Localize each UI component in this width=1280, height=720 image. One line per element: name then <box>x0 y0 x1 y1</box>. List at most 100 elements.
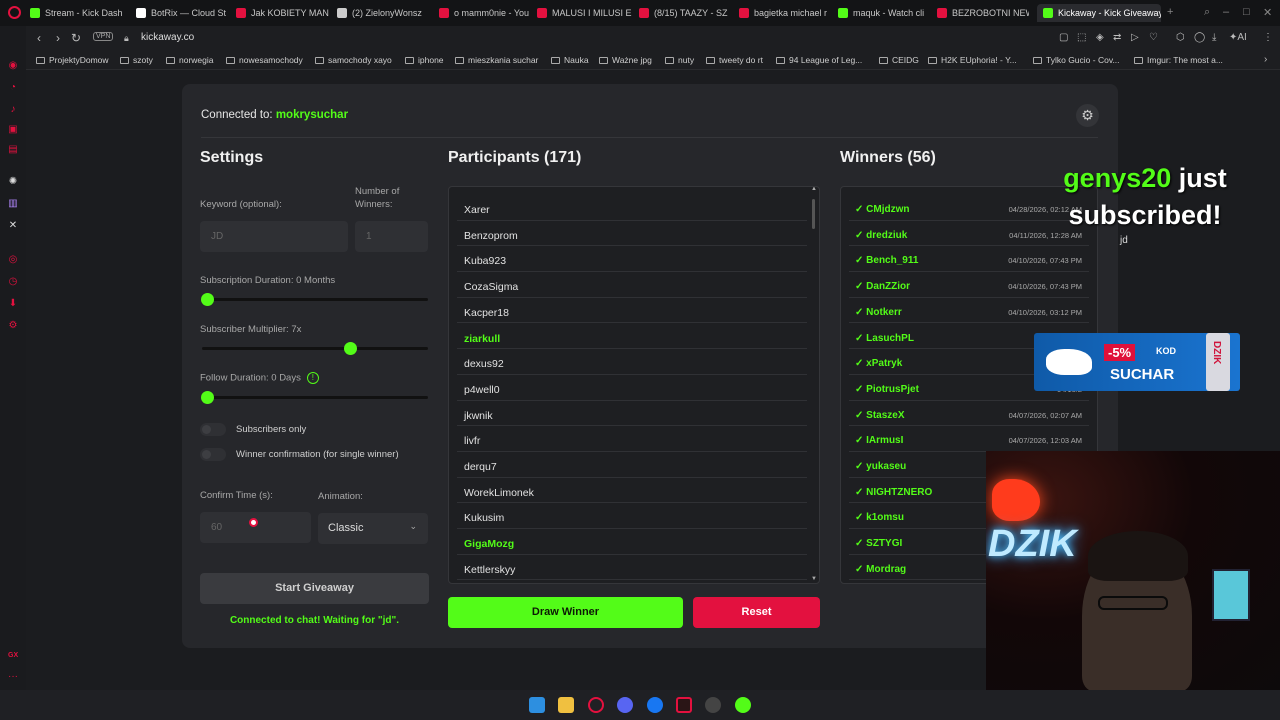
sidebar-tiktok-icon[interactable]: ♪ <box>7 104 19 116</box>
search-tabs-icon[interactable]: ⌕ <box>1204 6 1210 19</box>
bookmark-item[interactable]: ProjektyDomow <box>36 55 109 65</box>
browser-tab[interactable]: (8/15) TAAZY - SZ <box>639 4 733 22</box>
bookmark-item[interactable]: Tylko Gucio - Cov... <box>1033 55 1120 65</box>
browser-tab[interactable]: BotRix — Cloud St <box>136 4 230 22</box>
follow-duration-slider[interactable] <box>202 396 428 399</box>
opera-gx-taskbar-icon[interactable] <box>588 697 604 713</box>
bookmark-item[interactable]: mieszkania suchar <box>455 55 538 65</box>
subscribers-only-toggle[interactable] <box>200 423 226 436</box>
folder-icon <box>928 56 937 64</box>
winners-count-input[interactable]: 1 <box>355 221 428 252</box>
keyword-input[interactable]: JD <box>200 221 348 252</box>
participants-list[interactable]: Xarer Benzoprom Kuba923 CozaSigma Kacper18 zi… <box>448 186 820 584</box>
sub-duration-slider[interactable] <box>202 298 428 301</box>
browser-tab[interactable]: (2) ZielonyWonsz <box>337 4 433 22</box>
aria-icon[interactable]: ✦AI <box>1229 32 1247 43</box>
riot-client-icon[interactable] <box>676 697 692 713</box>
shield-icon[interactable]: ◈ <box>1096 32 1104 43</box>
browser-tab[interactable]: Stream - Kick Dash <box>30 4 126 22</box>
participants-scrollbar[interactable]: ▲ ▼ <box>811 187 817 583</box>
sidebar-media-icon[interactable]: ▤ <box>7 144 19 156</box>
settings-title: Settings <box>200 149 264 166</box>
browser-tab[interactable]: Jak KOBIETY MAN <box>236 4 330 22</box>
snapshot-icon[interactable]: ⬚ <box>1077 32 1086 43</box>
participant-row: Benzoprom <box>457 221 807 247</box>
download-icon[interactable]: ⤓ <box>1212 32 1216 43</box>
sidebar-messenger-icon[interactable]: ▣ <box>7 124 19 136</box>
info-icon[interactable]: ! <box>306 372 319 384</box>
extensions-icon[interactable]: ⬡ <box>1176 32 1185 43</box>
file-explorer-icon[interactable] <box>558 697 574 713</box>
minimize-icon[interactable]: – <box>1223 6 1229 18</box>
maximize-icon[interactable]: □ <box>1243 6 1250 18</box>
browser-tab[interactable]: o mamm0nie - You <box>439 4 531 22</box>
sidebar-twitch-icon[interactable]: ▥ <box>7 198 19 210</box>
browser-tab[interactable]: maquk - Watch cli <box>838 4 930 22</box>
forward-icon[interactable]: › <box>56 31 60 45</box>
sidebar-download-icon[interactable]: ⬇ <box>7 298 19 310</box>
start-giveaway-button[interactable]: Start Giveaway <box>200 573 429 604</box>
translate-icon[interactable]: ⇄ <box>1113 32 1121 43</box>
winner-name: ✓ xPatryk <box>855 358 903 370</box>
facebook-icon[interactable] <box>647 697 663 713</box>
browser-tab[interactable]: Kickaway - Kick Giveaway <box>1037 4 1161 22</box>
account-icon[interactable]: ◯ <box>1194 32 1205 43</box>
animation-select[interactable]: Classic ⌄ <box>318 513 428 544</box>
discord-icon[interactable] <box>617 697 633 713</box>
back-icon[interactable]: ‹ <box>37 31 41 45</box>
camera-icon[interactable]: ▢ <box>1059 32 1068 43</box>
sidebar-chatgpt-icon[interactable]: ✺ <box>7 176 19 188</box>
vpn-badge[interactable]: VPN <box>93 32 114 41</box>
sidebar-x-icon[interactable]: ✕ <box>7 220 19 232</box>
tab-favicon-icon <box>236 8 246 18</box>
menu-icon[interactable]: ⋮ <box>1263 32 1273 43</box>
browser-tab[interactable]: bagietka michael r <box>739 4 833 22</box>
winner-confirmation-toggle[interactable] <box>200 448 226 461</box>
follow-duration-knob[interactable] <box>201 391 214 404</box>
bookmark-item[interactable]: H2K EUphoria! - Y... <box>928 55 1017 65</box>
reset-button[interactable]: Reset <box>693 597 820 628</box>
bookmark-item[interactable]: samochody xayo <box>315 55 392 65</box>
heart-icon[interactable]: ♡ <box>1149 32 1158 43</box>
app-icon[interactable] <box>705 697 721 713</box>
lock-icon[interactable]: 🔒︎ <box>124 33 129 44</box>
bookmark-item[interactable]: CEIDG <box>879 55 919 65</box>
confirm-time-input[interactable]: 60 <box>200 512 311 543</box>
multiplier-slider[interactable] <box>202 347 428 350</box>
start-icon[interactable] <box>529 697 545 713</box>
bookmark-item[interactable]: 94 League of Leg... <box>776 55 862 65</box>
bookmark-item[interactable]: Nauka <box>551 55 589 65</box>
bull-logo-icon <box>1046 349 1092 375</box>
bookmark-item[interactable]: iphone <box>405 55 444 65</box>
sidebar-player-icon[interactable]: ◎ <box>7 254 19 266</box>
bookmark-item[interactable]: Ważne jpg <box>599 55 652 65</box>
bookmark-item[interactable]: norwegia <box>166 55 214 65</box>
opera-logo-icon[interactable] <box>8 6 21 19</box>
tab-label: Jak KOBIETY MAN <box>251 8 329 18</box>
winner-date: 04/07/2026, 12:03 AM <box>1008 436 1082 446</box>
url-field[interactable]: kickaway.co <box>141 32 194 43</box>
bookmark-item[interactable]: szoty <box>120 55 153 65</box>
bookmark-item[interactable]: Imgur: The most a... <box>1134 55 1223 65</box>
close-window-icon[interactable]: ✕ <box>1263 6 1272 19</box>
kick-studio-icon[interactable] <box>735 697 751 713</box>
sidebar-settings-icon[interactable]: ⚙ <box>7 320 19 332</box>
bookmark-item[interactable]: nuty <box>665 55 694 65</box>
bookmarks-more-icon[interactable]: › <box>1264 54 1267 65</box>
browser-tab[interactable]: MALUSI I MILUSI E <box>537 4 633 22</box>
browser-tab[interactable]: BEZROBOTNI NEW <box>937 4 1029 22</box>
sidebar-history-icon[interactable]: ◔ <box>7 82 19 94</box>
sub-duration-knob[interactable] <box>201 293 214 306</box>
settings-gear-icon[interactable]: ⚙ <box>1076 104 1099 127</box>
new-tab-icon[interactable]: + <box>1167 6 1173 18</box>
energy-drink-can: DZIK <box>1206 333 1230 391</box>
bookmark-item[interactable]: tweety do rt <box>706 55 763 65</box>
sidebar-clock-icon[interactable]: ◷ <box>7 276 19 288</box>
can-brand: DZIK <box>1211 341 1222 365</box>
bookmark-item[interactable]: nowesamochody <box>226 55 303 65</box>
draw-winner-button[interactable]: Draw Winner <box>448 597 683 628</box>
sidebar-ai-icon[interactable]: ◉ <box>7 60 19 72</box>
sidebar-more-icon[interactable]: ··· <box>7 671 19 683</box>
player-icon[interactable]: ▷ <box>1131 32 1139 43</box>
reload-icon[interactable]: ↻ <box>71 31 81 45</box>
